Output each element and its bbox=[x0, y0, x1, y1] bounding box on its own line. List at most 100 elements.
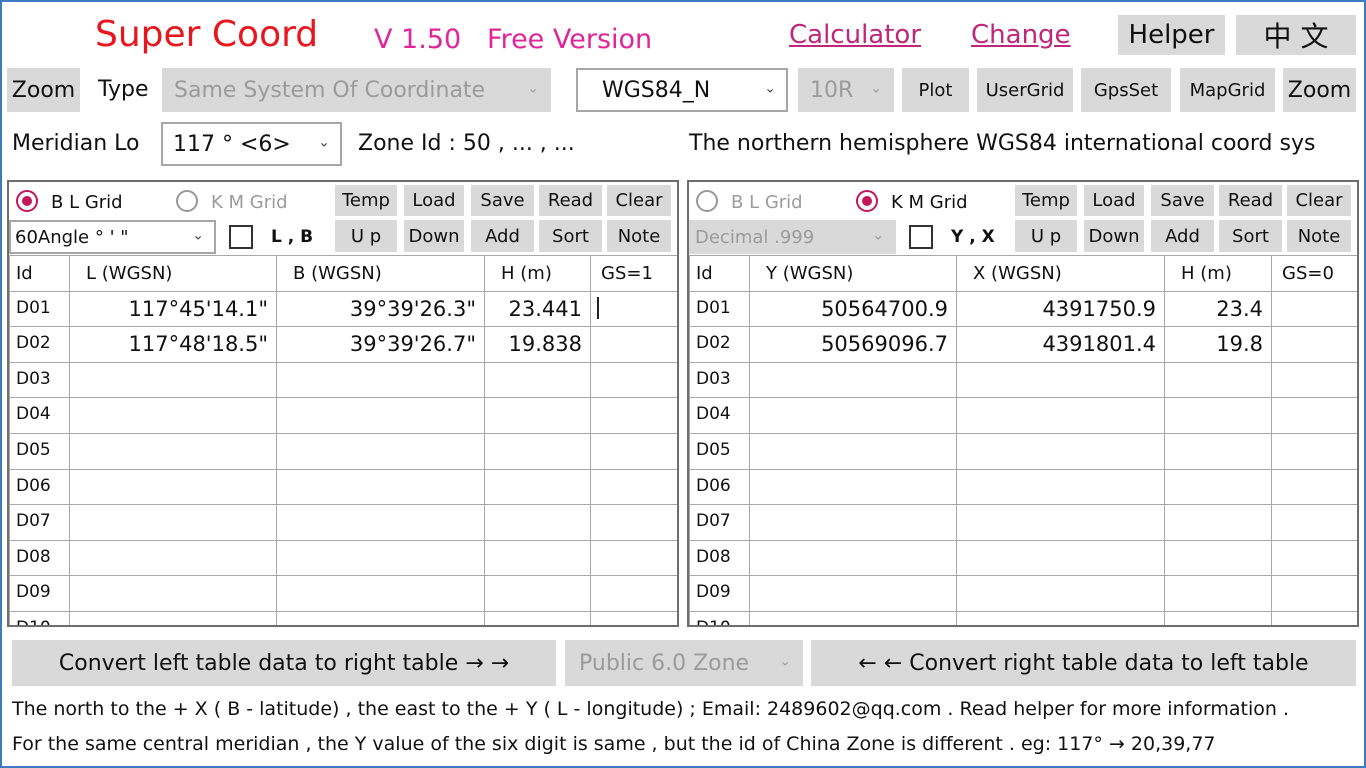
table-cell[interactable] bbox=[276, 432, 485, 470]
chinese-language-button[interactable]: 中 文 bbox=[1236, 15, 1356, 55]
table-cell[interactable] bbox=[484, 432, 591, 470]
note-button[interactable]: Note bbox=[607, 220, 671, 252]
table-cell[interactable] bbox=[69, 468, 277, 506]
bl-grid-radio[interactable] bbox=[696, 190, 718, 212]
zoom-right-button[interactable]: Zoom bbox=[1283, 68, 1356, 112]
table-cell[interactable] bbox=[69, 610, 277, 625]
table-row[interactable]: D07 bbox=[689, 504, 1357, 541]
column-header[interactable]: L (WGSN) bbox=[69, 255, 277, 292]
change-link[interactable]: Change bbox=[971, 20, 1071, 50]
down-button[interactable]: Down bbox=[1084, 220, 1144, 252]
table-cell[interactable]: 23.441 bbox=[484, 290, 591, 328]
load-button[interactable]: Load bbox=[1084, 185, 1144, 216]
plot-button[interactable]: Plot bbox=[902, 68, 969, 112]
format-select[interactable]: Decimal .999 ⌄ bbox=[689, 220, 896, 254]
table-cell[interactable] bbox=[956, 575, 1165, 612]
add-button[interactable]: Add bbox=[1151, 220, 1214, 252]
table-cell[interactable] bbox=[590, 361, 677, 399]
table-row[interactable]: D07 bbox=[9, 504, 677, 541]
table-row[interactable]: D02 50569096.7 4391801.4 19.8 bbox=[689, 326, 1357, 363]
zoom-left-button[interactable]: Zoom bbox=[7, 68, 80, 112]
table-cell[interactable] bbox=[749, 504, 957, 541]
gps-set-button[interactable]: GpsSet bbox=[1081, 68, 1171, 112]
table-cell[interactable] bbox=[749, 575, 957, 612]
note-button[interactable]: Note bbox=[1287, 220, 1351, 252]
table-row[interactable]: D04 bbox=[9, 397, 677, 434]
convert-left-to-right-button[interactable]: Convert left table data to right table →… bbox=[12, 640, 556, 686]
table-cell[interactable] bbox=[749, 610, 957, 625]
table-cell[interactable] bbox=[1164, 432, 1272, 470]
column-header[interactable]: GS=0 bbox=[1271, 255, 1357, 292]
sort-button[interactable]: Sort bbox=[1219, 220, 1282, 252]
table-cell[interactable] bbox=[69, 539, 277, 577]
table-cell[interactable]: 117°45'14.1" bbox=[69, 290, 277, 328]
calculator-link[interactable]: Calculator bbox=[789, 20, 921, 50]
user-grid-button[interactable]: UserGrid bbox=[977, 68, 1073, 112]
type-select[interactable]: Same System Of Coordinate ⌄ bbox=[162, 68, 551, 112]
table-cell[interactable] bbox=[1164, 361, 1272, 399]
table-cell[interactable] bbox=[590, 397, 677, 434]
table-cell[interactable] bbox=[69, 361, 277, 399]
table-cell[interactable] bbox=[590, 610, 677, 625]
table-cell[interactable] bbox=[956, 361, 1165, 399]
table-cell[interactable] bbox=[484, 397, 591, 434]
sort-button[interactable]: Sort bbox=[539, 220, 602, 252]
meridian-select[interactable]: 117 ° <6> ⌄ bbox=[161, 122, 342, 166]
table-cell[interactable] bbox=[590, 575, 677, 612]
table-cell[interactable] bbox=[276, 610, 485, 625]
table-cell[interactable]: 19.8 bbox=[1164, 326, 1272, 363]
column-header[interactable]: H (m) bbox=[1164, 255, 1272, 292]
yx-checkbox[interactable] bbox=[909, 225, 933, 249]
table-cell[interactable] bbox=[1164, 468, 1272, 506]
table-cell[interactable]: 4391801.4 bbox=[956, 326, 1165, 363]
table-row[interactable]: D10 bbox=[9, 610, 677, 625]
table-cell[interactable] bbox=[1164, 504, 1272, 541]
table-row[interactable]: D04 bbox=[689, 397, 1357, 434]
table-cell[interactable] bbox=[1271, 361, 1357, 399]
up-button[interactable]: U p bbox=[335, 220, 397, 252]
column-header[interactable]: X (WGSN) bbox=[956, 255, 1165, 292]
read-button[interactable]: Read bbox=[1219, 185, 1282, 216]
table-cell[interactable] bbox=[1164, 610, 1272, 625]
table-row[interactable]: D03 bbox=[9, 361, 677, 399]
table-cell[interactable] bbox=[276, 468, 485, 506]
table-cell[interactable] bbox=[1271, 610, 1357, 625]
up-button[interactable]: U p bbox=[1015, 220, 1077, 252]
table-cell[interactable] bbox=[956, 539, 1165, 577]
table-cell[interactable] bbox=[590, 432, 677, 470]
km-grid-radio[interactable] bbox=[856, 190, 878, 212]
table-cell[interactable] bbox=[956, 432, 1165, 470]
table-cell[interactable] bbox=[276, 397, 485, 434]
table-cell[interactable] bbox=[484, 504, 591, 541]
column-header[interactable]: B (WGSN) bbox=[276, 255, 485, 292]
table-cell[interactable] bbox=[484, 575, 591, 612]
table-cell[interactable] bbox=[956, 504, 1165, 541]
table-cell[interactable]: 50569096.7 bbox=[749, 326, 957, 363]
table-cell[interactable] bbox=[1271, 432, 1357, 470]
table-cell[interactable] bbox=[484, 468, 591, 506]
table-row[interactable]: D02 117°48'18.5" 39°39'26.7" 19.838 bbox=[9, 326, 677, 363]
table-cell[interactable]: 39°39'26.7" bbox=[276, 326, 485, 363]
table-cell[interactable] bbox=[590, 539, 677, 577]
table-cell[interactable]: 19.838 bbox=[484, 326, 591, 363]
table-cell[interactable] bbox=[956, 610, 1165, 625]
table-cell[interactable] bbox=[1271, 504, 1357, 541]
helper-button[interactable]: Helper bbox=[1118, 15, 1225, 55]
table-cell[interactable] bbox=[590, 290, 677, 328]
table-cell[interactable] bbox=[69, 504, 277, 541]
precision-select[interactable]: 10R ⌄ bbox=[798, 68, 894, 112]
column-header[interactable]: Y (WGSN) bbox=[749, 255, 957, 292]
table-cell[interactable] bbox=[1271, 575, 1357, 612]
table-cell[interactable] bbox=[484, 539, 591, 577]
table-cell[interactable] bbox=[749, 361, 957, 399]
lb-checkbox[interactable] bbox=[229, 225, 253, 249]
temp-button[interactable]: Temp bbox=[1015, 185, 1077, 216]
table-row[interactable]: D09 bbox=[9, 575, 677, 612]
zone-select[interactable]: Public 6.0 Zone ⌄ bbox=[565, 640, 803, 686]
table-cell[interactable] bbox=[749, 539, 957, 577]
table-row[interactable]: D08 bbox=[689, 539, 1357, 577]
km-grid-radio[interactable] bbox=[176, 190, 198, 212]
clear-button[interactable]: Clear bbox=[607, 185, 671, 216]
table-row[interactable]: D06 bbox=[9, 468, 677, 506]
table-cell[interactable]: 39°39'26.3" bbox=[276, 290, 485, 328]
